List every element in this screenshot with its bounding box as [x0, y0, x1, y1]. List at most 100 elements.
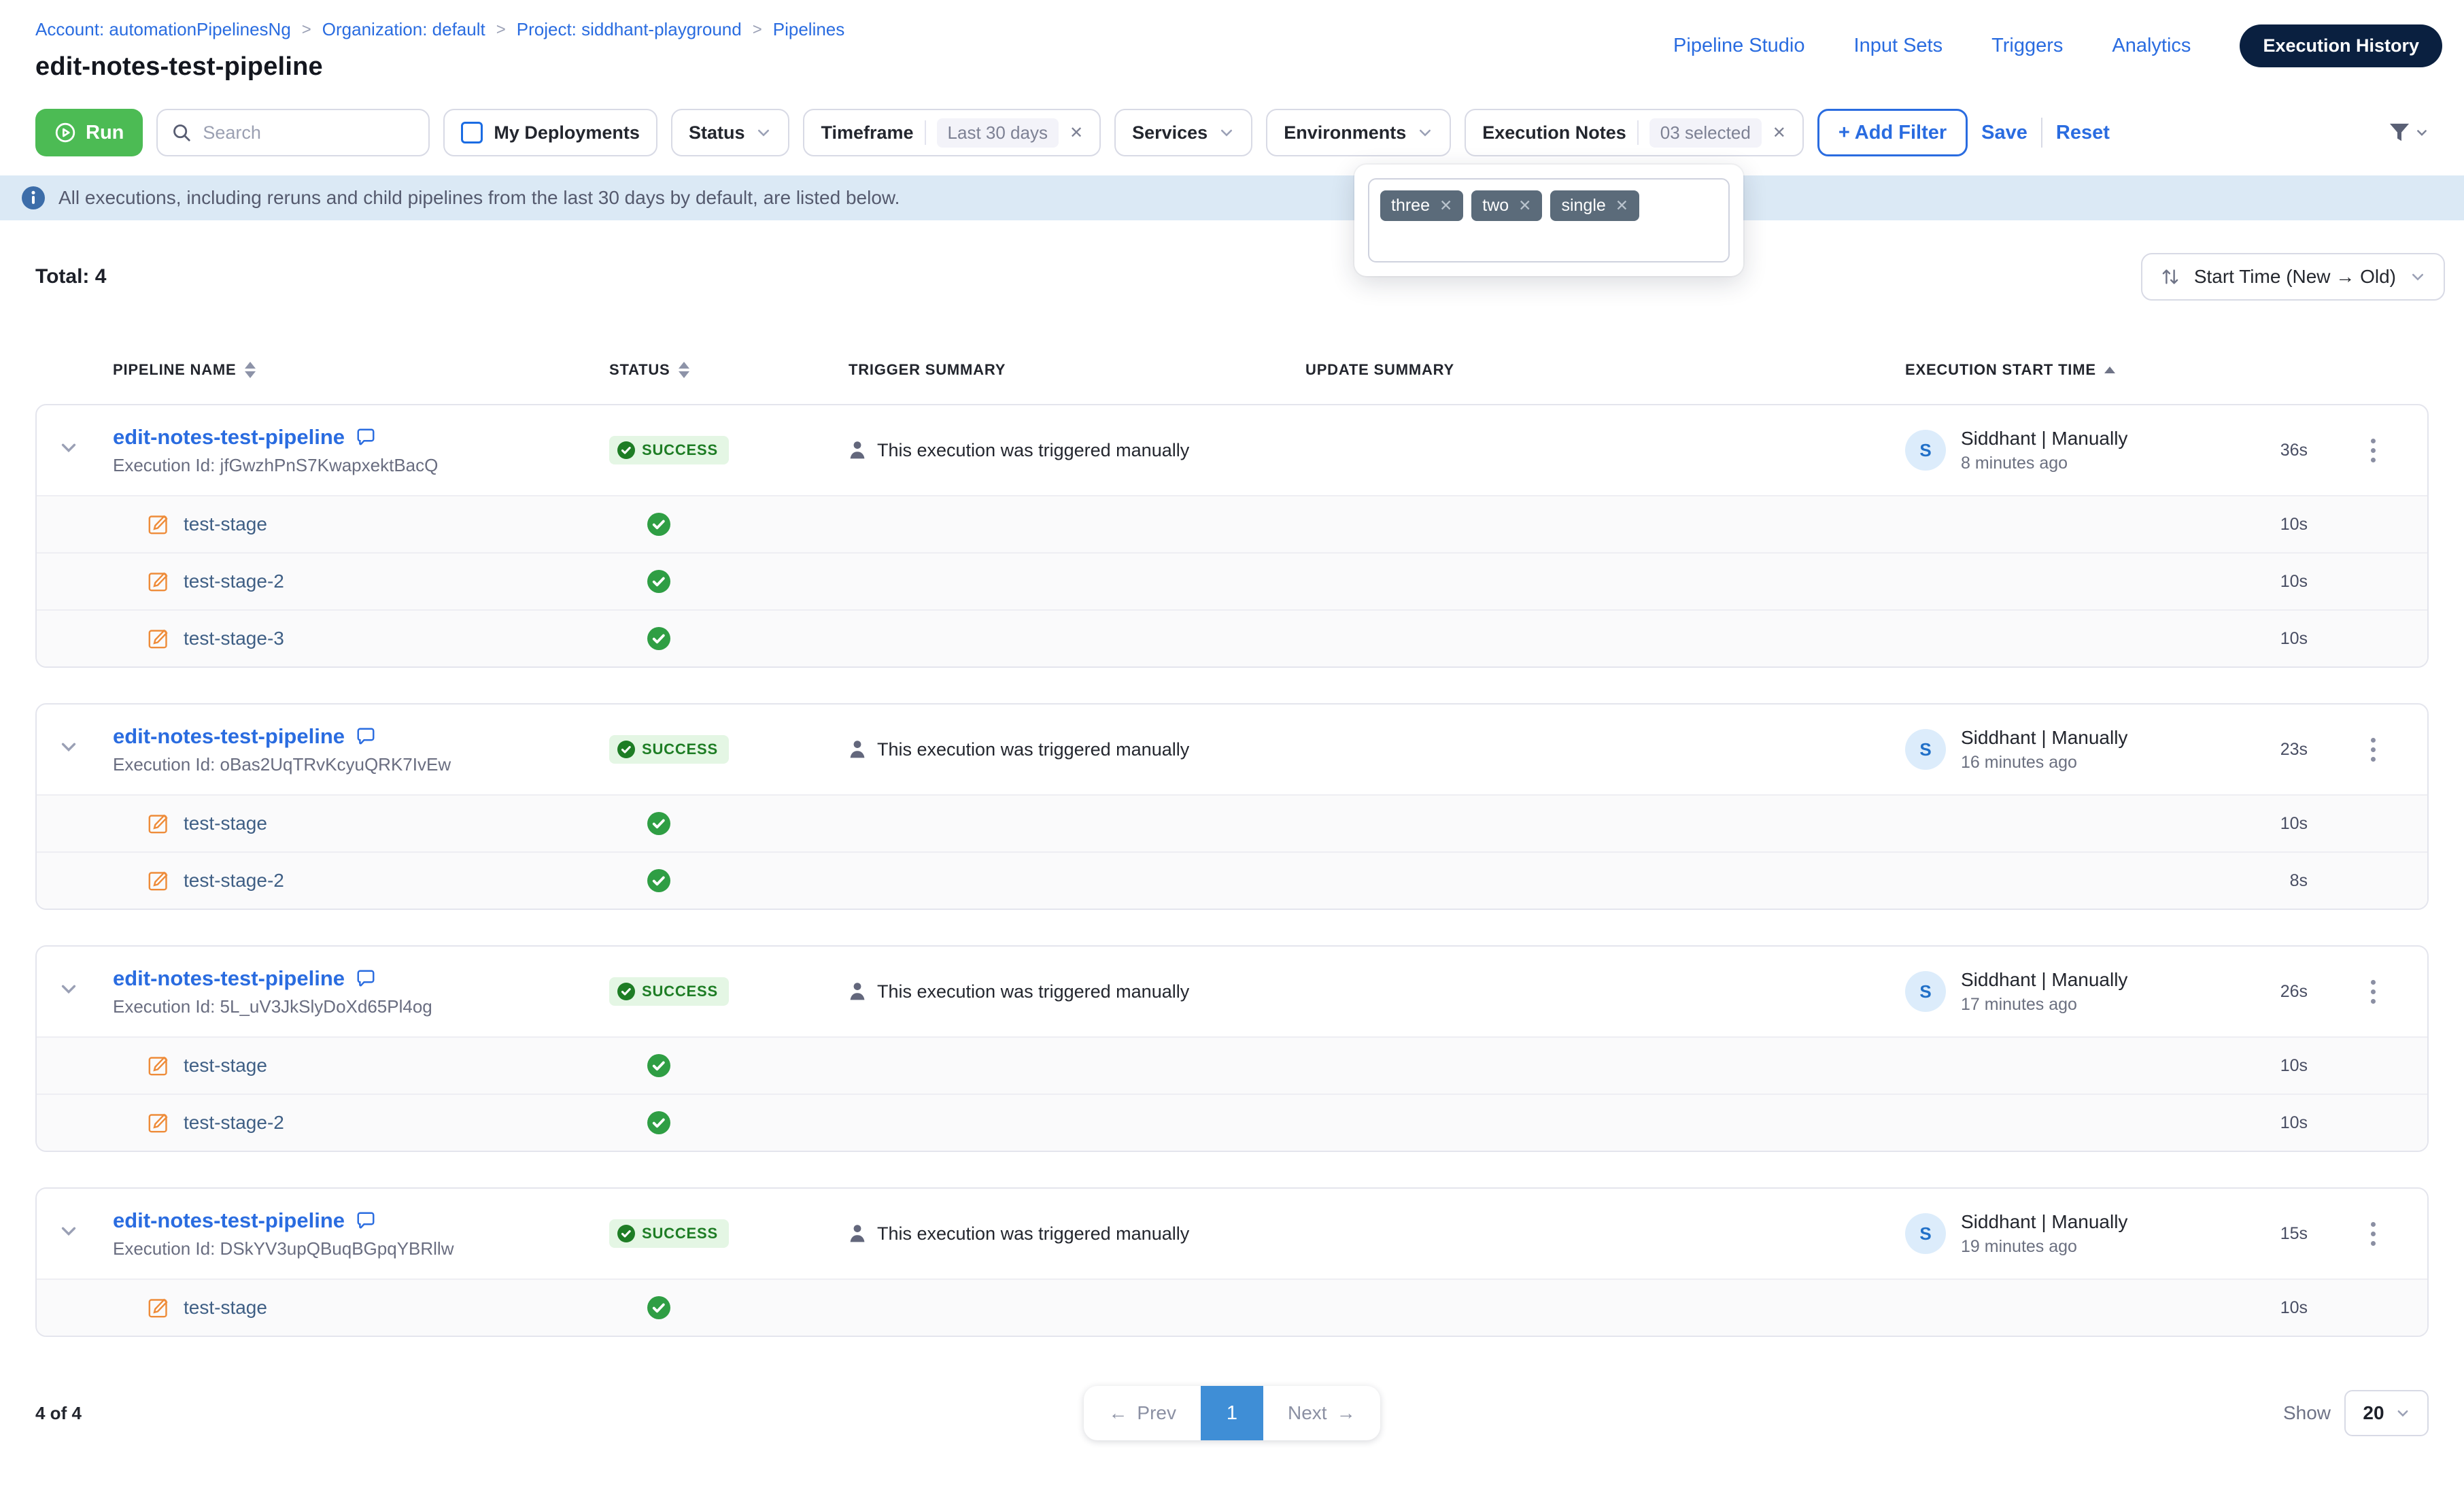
expand-chevron-icon[interactable] [58, 736, 79, 757]
sort-select[interactable]: Start Time (New → Old) [2141, 253, 2445, 301]
nav-link[interactable]: Pipeline Studio [1673, 35, 1804, 57]
execution-row[interactable]: edit-notes-test-pipeline Execution Id: o… [37, 705, 2427, 794]
note-tag-remove-icon[interactable]: ✕ [1518, 197, 1531, 215]
nav-link-active[interactable]: Execution History [2240, 24, 2442, 67]
comment-icon[interactable] [356, 427, 376, 447]
stage-row[interactable]: test-stage-3 10s [37, 609, 2427, 666]
search-icon [171, 122, 192, 143]
chevron-down-icon [2395, 1406, 2410, 1421]
execution-duration: 26s [2191, 982, 2340, 1002]
expand-chevron-icon[interactable] [58, 437, 79, 458]
header-pipeline-name[interactable]: PIPELINE NAME [113, 361, 609, 379]
page-header: Account: automationPipelinesNg>Organizat… [0, 0, 2464, 82]
run-button[interactable]: Run [35, 109, 143, 156]
nav-link[interactable]: Triggers [1991, 35, 2063, 57]
person-icon [849, 740, 866, 759]
stage-row[interactable]: test-stage 10s [37, 1278, 2427, 1336]
stage-row[interactable]: test-stage-2 10s [37, 552, 2427, 609]
stage-name-link[interactable]: test-stage [184, 1297, 267, 1319]
execution-card: edit-notes-test-pipeline Execution Id: j… [35, 404, 2429, 668]
stage-row[interactable]: test-stage 10s [37, 495, 2427, 552]
stage-name-link[interactable]: test-stage [184, 513, 267, 535]
stage-edit-icon [147, 627, 170, 650]
stage-name-link[interactable]: test-stage-2 [184, 571, 284, 592]
row-menu-button[interactable] [2340, 433, 2406, 468]
stage-edit-icon [147, 1296, 170, 1319]
success-check-icon [617, 983, 635, 1000]
search-input[interactable] [156, 109, 430, 156]
note-tag[interactable]: two✕ [1471, 190, 1542, 221]
expand-chevron-icon[interactable] [58, 979, 79, 999]
pipeline-name-link[interactable]: edit-notes-test-pipeline [113, 425, 345, 450]
pipeline-name-link[interactable]: edit-notes-test-pipeline [113, 1208, 345, 1233]
row-menu-button[interactable] [2340, 732, 2406, 767]
execution-card: edit-notes-test-pipeline Execution Id: D… [35, 1187, 2429, 1337]
stage-row[interactable]: test-stage 10s [37, 1036, 2427, 1093]
page-size-select[interactable]: 20 [2344, 1390, 2429, 1436]
nav-link[interactable]: Input Sets [1854, 35, 1943, 57]
comment-icon[interactable] [356, 968, 376, 989]
execution-notes-value: 03 selected [1649, 118, 1762, 148]
pagination: 4 of 4 ← Prev 1 Next → Show 20 [35, 1386, 2429, 1492]
stage-name-link[interactable]: test-stage-3 [184, 628, 284, 649]
timeframe-clear-icon[interactable]: ✕ [1070, 123, 1083, 143]
add-filter-button[interactable]: + Add Filter [1817, 109, 1968, 156]
execution-notes-clear-icon[interactable]: ✕ [1773, 123, 1786, 143]
execution-id: Execution Id: jfGwzhPnS7KwapxektBacQ [113, 455, 609, 476]
triggered-by: Siddhant | Manually [1961, 428, 2127, 450]
note-tag[interactable]: single✕ [1550, 190, 1639, 221]
stage-row[interactable]: test-stage-2 8s [37, 851, 2427, 909]
next-page-button[interactable]: Next → [1263, 1386, 1380, 1440]
row-menu-button[interactable] [2340, 1217, 2406, 1251]
row-menu-button[interactable] [2340, 974, 2406, 1009]
stage-duration: 10s [2191, 1113, 2340, 1133]
stage-name-link[interactable]: test-stage [184, 1055, 267, 1076]
environments-filter[interactable]: Environments [1266, 109, 1451, 156]
stage-success-icon [647, 1054, 670, 1077]
breadcrumb-link[interactable]: Pipelines [773, 19, 845, 40]
comment-icon[interactable] [356, 1210, 376, 1231]
page-1-button[interactable]: 1 [1201, 1386, 1263, 1440]
chevron-down-icon [2415, 126, 2429, 139]
table-header: PIPELINE NAME STATUS TRIGGER SUMMARY UPD… [35, 352, 2429, 388]
filter-menu-button[interactable] [2388, 122, 2429, 143]
my-deployments-checkbox[interactable] [461, 122, 483, 143]
timeframe-filter[interactable]: Timeframe Last 30 days ✕ [803, 109, 1101, 156]
stage-name-link[interactable]: test-stage-2 [184, 1112, 284, 1134]
stage-name-link[interactable]: test-stage-2 [184, 870, 284, 892]
header-execution-start-time[interactable]: EXECUTION START TIME [1905, 361, 2191, 379]
services-filter[interactable]: Services [1114, 109, 1252, 156]
stage-row[interactable]: test-stage 10s [37, 794, 2427, 851]
stage-name-link[interactable]: test-stage [184, 813, 267, 834]
pipeline-name-link[interactable]: edit-notes-test-pipeline [113, 966, 345, 991]
nav-link[interactable]: Analytics [2112, 35, 2191, 57]
arrow-right-icon: → [1337, 1402, 1356, 1424]
my-deployments-toggle[interactable]: My Deployments [443, 109, 657, 156]
save-filter-button[interactable]: Save [1981, 122, 2027, 144]
chevron-down-icon [1417, 124, 1433, 141]
status-filter[interactable]: Status [671, 109, 790, 156]
note-tag-remove-icon[interactable]: ✕ [1615, 197, 1628, 215]
reset-filter-button[interactable]: Reset [2056, 122, 2110, 144]
info-banner: All executions, including reruns and chi… [0, 175, 2464, 220]
execution-row[interactable]: edit-notes-test-pipeline Execution Id: j… [37, 405, 2427, 495]
breadcrumb-link[interactable]: Project: siddhant-playground [517, 19, 742, 40]
stage-row[interactable]: test-stage-2 10s [37, 1093, 2427, 1151]
pipeline-name-link[interactable]: edit-notes-test-pipeline [113, 724, 345, 749]
toolbar: Run My Deployments Status Timeframe Last… [35, 109, 2429, 156]
header-status[interactable]: STATUS [609, 361, 849, 379]
note-tag-remove-icon[interactable]: ✕ [1439, 197, 1452, 215]
prev-page-button[interactable]: ← Prev [1084, 1386, 1201, 1440]
execution-row[interactable]: edit-notes-test-pipeline Execution Id: D… [37, 1189, 2427, 1278]
breadcrumb-link[interactable]: Organization: default [322, 19, 485, 40]
breadcrumb-link[interactable]: Account: automationPipelinesNg [35, 19, 291, 40]
info-icon [22, 186, 45, 209]
notes-tag-input[interactable]: three✕ two✕ single✕ [1368, 178, 1730, 262]
execution-row[interactable]: edit-notes-test-pipeline Execution Id: 5… [37, 947, 2427, 1036]
sort-icon [245, 362, 256, 378]
stage-edit-icon [147, 570, 170, 593]
expand-chevron-icon[interactable] [58, 1221, 79, 1241]
comment-icon[interactable] [356, 726, 376, 747]
execution-notes-filter[interactable]: Execution Notes 03 selected ✕ [1465, 109, 1804, 156]
note-tag[interactable]: three✕ [1380, 190, 1463, 221]
